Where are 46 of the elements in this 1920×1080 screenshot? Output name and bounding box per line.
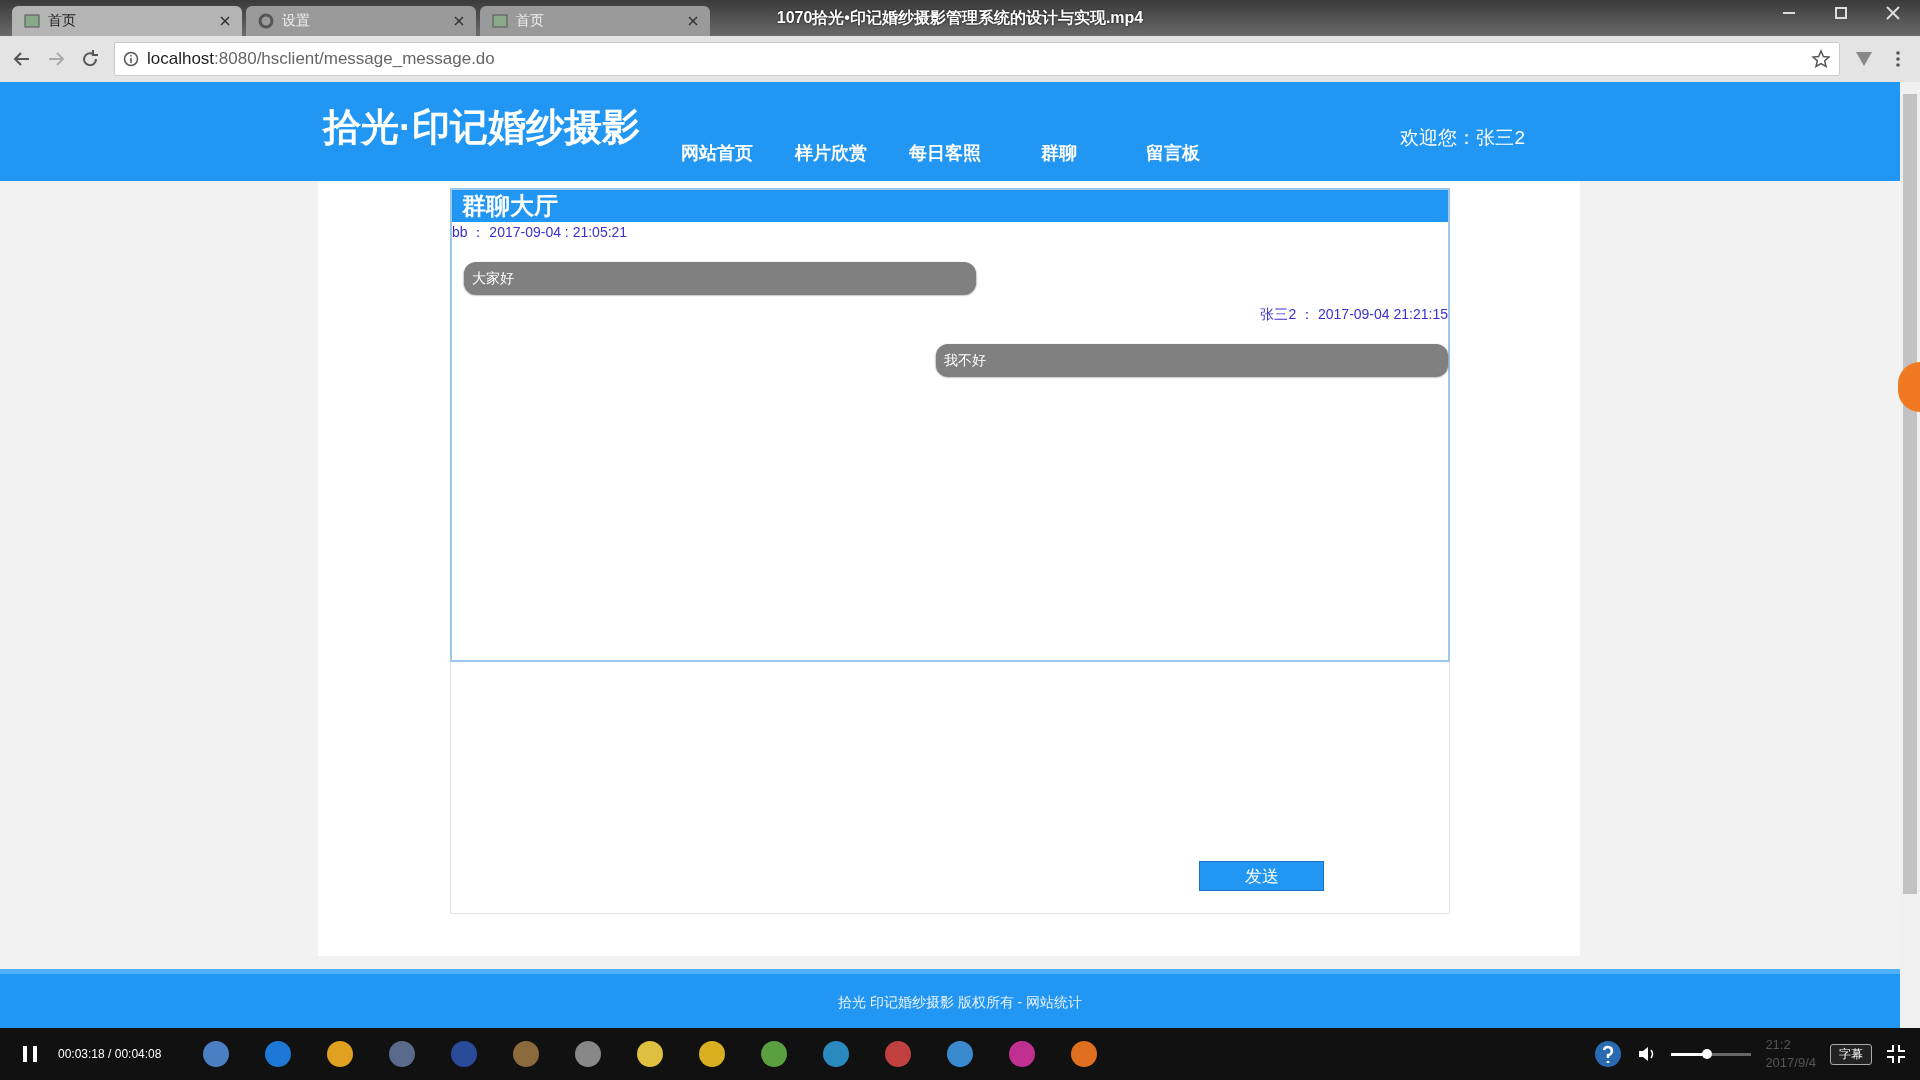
send-button[interactable]: 发送 <box>1199 861 1324 891</box>
app-icon[interactable] <box>325 1039 356 1069</box>
app-icon[interactable] <box>573 1039 604 1069</box>
browser-tab[interactable]: 首页 <box>480 6 710 36</box>
video-title: 1070拾光•印记婚纱摄影管理系统的设计与实现.mp4 <box>776 8 1144 28</box>
message-meta: 张三2 ： 2017-09-04 21:21:15 <box>1260 306 1448 324</box>
nav-link[interactable]: 每日客照 <box>887 141 1002 165</box>
exit-fullscreen-icon[interactable] <box>1886 1044 1906 1064</box>
close-icon[interactable] <box>688 16 698 26</box>
nav-link[interactable]: 群聊 <box>1001 141 1116 165</box>
app-icon[interactable] <box>821 1039 852 1069</box>
clock-date: 2017/9/4 <box>1765 1054 1816 1072</box>
help-icon[interactable] <box>1593 1039 1624 1069</box>
message-meta: bb ： 2017-09-04 : 21:05:21 <box>452 224 629 242</box>
app-icon[interactable] <box>635 1039 666 1069</box>
playback-time: 00:03:18 / 00:04:08 <box>58 1047 162 1061</box>
star-icon[interactable] <box>1811 49 1831 69</box>
close-icon[interactable] <box>454 16 464 26</box>
subtitle-button[interactable]: 字幕 <box>1830 1043 1872 1065</box>
app-icon[interactable] <box>697 1039 728 1069</box>
pause-icon[interactable] <box>20 1044 40 1064</box>
restore-icon[interactable] <box>1834 6 1848 20</box>
browser-tab[interactable]: 设置 <box>246 6 476 36</box>
nav-link[interactable]: 样片欣赏 <box>773 141 888 165</box>
nav-link[interactable]: 留言板 <box>1115 141 1230 165</box>
welcome-text: 欢迎您：张三2 <box>1400 125 1525 150</box>
scrollbar[interactable] <box>1900 82 1920 1028</box>
address-field[interactable]: localhost:8080/hsclient/message_message.do <box>114 42 1840 76</box>
message-bubble: 我不好 <box>936 344 1448 376</box>
page-icon <box>24 13 40 29</box>
app-icon[interactable] <box>1069 1039 1100 1069</box>
site-logo: 拾光·印记婚纱摄影 <box>323 105 640 150</box>
app-icon[interactable] <box>759 1039 790 1069</box>
chat-title: 群聊大厅 <box>452 190 1448 222</box>
app-icon[interactable] <box>945 1039 976 1069</box>
clock-time: 21:2 <box>1765 1036 1792 1054</box>
info-icon <box>123 51 139 67</box>
app-icon[interactable] <box>201 1039 232 1069</box>
message-bubble: 大家好 <box>464 262 976 294</box>
nav-link[interactable]: 网站首页 <box>659 141 774 165</box>
close-icon[interactable] <box>220 16 230 26</box>
footer-text: 拾光 印记婚纱摄影 版权所有 - 网站统计 <box>837 994 1083 1012</box>
volume-slider[interactable] <box>1671 1052 1752 1056</box>
reload-icon[interactable] <box>80 49 100 69</box>
page-icon <box>492 13 508 29</box>
browser-tab[interactable]: 首页 <box>12 6 242 36</box>
